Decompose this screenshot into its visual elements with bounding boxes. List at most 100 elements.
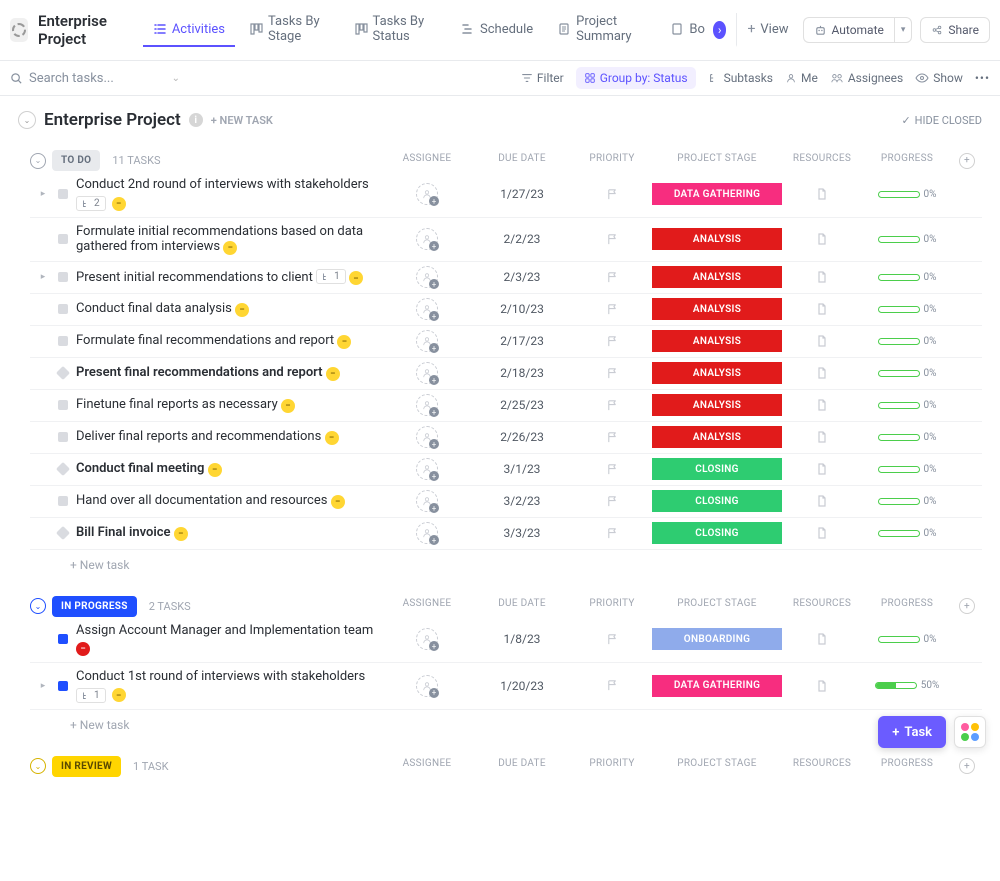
resources-cell[interactable] [782, 330, 862, 352]
assign-button[interactable] [416, 628, 438, 650]
assign-button[interactable] [416, 675, 438, 697]
priority-cell[interactable] [572, 183, 652, 205]
resources-cell[interactable] [782, 362, 862, 384]
flag-icon[interactable] [606, 233, 619, 246]
collapse-group-button[interactable]: ⌄ [30, 758, 46, 774]
document-icon[interactable] [815, 462, 829, 476]
stage-cell[interactable]: ANALYSIS [652, 228, 782, 250]
tab-activities[interactable]: Activities [143, 14, 235, 47]
column-header-progress[interactable]: PROGRESS [862, 153, 952, 169]
groupby-button[interactable]: Group by: Status [576, 67, 696, 89]
task-row[interactable]: ▸ Conduct 1st round of interviews with s… [30, 663, 982, 710]
status-indicator[interactable] [56, 366, 70, 380]
status-indicator[interactable] [58, 189, 68, 199]
progress-cell[interactable]: 0% [862, 183, 952, 205]
column-header-duedate[interactable]: DUE DATE [472, 598, 572, 614]
flag-icon[interactable] [606, 188, 619, 201]
stage-cell[interactable]: ANALYSIS [652, 362, 782, 384]
task-row[interactable]: Assign Account Manager and Implementatio… [30, 617, 982, 663]
progress-cell[interactable]: 0% [862, 266, 952, 288]
column-header-assignee[interactable]: ASSIGNEE [382, 598, 472, 614]
stage-cell[interactable]: ANALYSIS [652, 266, 782, 288]
add-view-button[interactable]: +View [736, 13, 798, 47]
column-header-duedate[interactable]: DUE DATE [472, 153, 572, 169]
stage-cell[interactable]: CLOSING [652, 490, 782, 512]
document-icon[interactable] [815, 302, 829, 316]
task-row[interactable]: Formulate initial recommendations based … [30, 218, 982, 262]
flag-icon[interactable] [606, 527, 619, 540]
due-date-cell[interactable]: 2/18/23 [472, 362, 572, 384]
status-indicator[interactable] [58, 304, 68, 314]
progress-cell[interactable]: 0% [862, 522, 952, 544]
document-icon[interactable] [815, 526, 829, 540]
priority-cell[interactable] [572, 490, 652, 512]
task-row[interactable]: Present final recommendations and report… [30, 358, 982, 390]
progress-cell[interactable]: 0% [862, 426, 952, 448]
task-title[interactable]: Present initial recommendations to clien… [76, 270, 313, 285]
assign-button[interactable] [416, 362, 438, 384]
priority-cell[interactable] [572, 266, 652, 288]
priority-cell[interactable] [572, 458, 652, 480]
task-row[interactable]: Hand over all documentation and resource… [30, 486, 982, 518]
progress-cell[interactable]: 50% [862, 675, 952, 697]
stage-cell[interactable]: ANALYSIS [652, 426, 782, 448]
due-date-cell[interactable]: 2/25/23 [472, 394, 572, 416]
tab-tasks-by-status[interactable]: Tasks By Status [344, 6, 447, 54]
status-indicator[interactable] [56, 526, 70, 540]
filter-button[interactable]: Filter [521, 71, 564, 85]
column-header-progress[interactable]: PROGRESS [862, 598, 952, 614]
column-header-stage[interactable]: PROJECT STAGE [652, 598, 782, 614]
task-row[interactable]: Finetune final reports as necessary – 2/… [30, 390, 982, 422]
tab-schedule[interactable]: Schedule [451, 14, 543, 47]
new-task-row[interactable]: + New task [30, 550, 982, 572]
assign-button[interactable] [416, 394, 438, 416]
tab-board-truncated[interactable]: Bo [660, 14, 709, 47]
flag-icon[interactable] [606, 399, 619, 412]
task-row[interactable]: ▸ Present initial recommendations to cli… [30, 262, 982, 294]
assign-button[interactable] [416, 266, 438, 288]
task-row[interactable]: Formulate final recommendations and repo… [30, 326, 982, 358]
progress-cell[interactable]: 0% [862, 362, 952, 384]
task-title[interactable]: Formulate final recommendations and repo… [76, 333, 334, 348]
resources-cell[interactable] [782, 228, 862, 250]
resources-cell[interactable] [782, 394, 862, 416]
stage-cell[interactable]: DATA GATHERING [652, 675, 782, 697]
resources-cell[interactable] [782, 298, 862, 320]
expand-row-button[interactable]: ▸ [36, 681, 50, 691]
status-pill[interactable]: IN PROGRESS [52, 596, 137, 617]
create-task-fab[interactable]: +Task [878, 716, 946, 748]
progress-cell[interactable]: 0% [862, 228, 952, 250]
status-indicator[interactable] [58, 400, 68, 410]
column-header-assignee[interactable]: ASSIGNEE [382, 758, 472, 774]
task-row[interactable]: Conduct final data analysis – 2/10/23 AN… [30, 294, 982, 326]
due-date-cell[interactable]: 1/20/23 [472, 675, 572, 697]
due-date-cell[interactable]: 2/3/23 [472, 266, 572, 288]
status-indicator[interactable] [58, 432, 68, 442]
priority-cell[interactable] [572, 362, 652, 384]
due-date-cell[interactable]: 1/27/23 [472, 183, 572, 205]
assign-button[interactable] [416, 426, 438, 448]
document-icon[interactable] [815, 430, 829, 444]
column-header-resources[interactable]: RESOURCES [782, 758, 862, 774]
automate-button[interactable]: Automate [803, 17, 894, 43]
collapse-group-button[interactable]: ⌄ [30, 598, 46, 614]
flag-icon[interactable] [606, 633, 619, 646]
assign-button[interactable] [416, 183, 438, 205]
search-input[interactable]: Search tasks... ⌄ [10, 71, 180, 86]
task-title[interactable]: Deliver final reports and recommendation… [76, 429, 321, 444]
stage-cell[interactable]: CLOSING [652, 522, 782, 544]
column-header-duedate[interactable]: DUE DATE [472, 758, 572, 774]
document-icon[interactable] [815, 494, 829, 508]
tab-project-summary[interactable]: Project Summary [547, 6, 656, 54]
status-indicator[interactable] [58, 336, 68, 346]
resources-cell[interactable] [782, 522, 862, 544]
task-title[interactable]: Finetune final reports as necessary [76, 397, 278, 412]
apps-fab[interactable] [954, 716, 986, 748]
priority-cell[interactable] [572, 628, 652, 650]
due-date-cell[interactable]: 3/1/23 [472, 458, 572, 480]
status-pill[interactable]: IN REVIEW [52, 756, 121, 777]
due-date-cell[interactable]: 2/10/23 [472, 298, 572, 320]
due-date-cell[interactable]: 1/8/23 [472, 628, 572, 650]
stage-cell[interactable]: ONBOARDING [652, 628, 782, 650]
document-icon[interactable] [815, 187, 829, 201]
